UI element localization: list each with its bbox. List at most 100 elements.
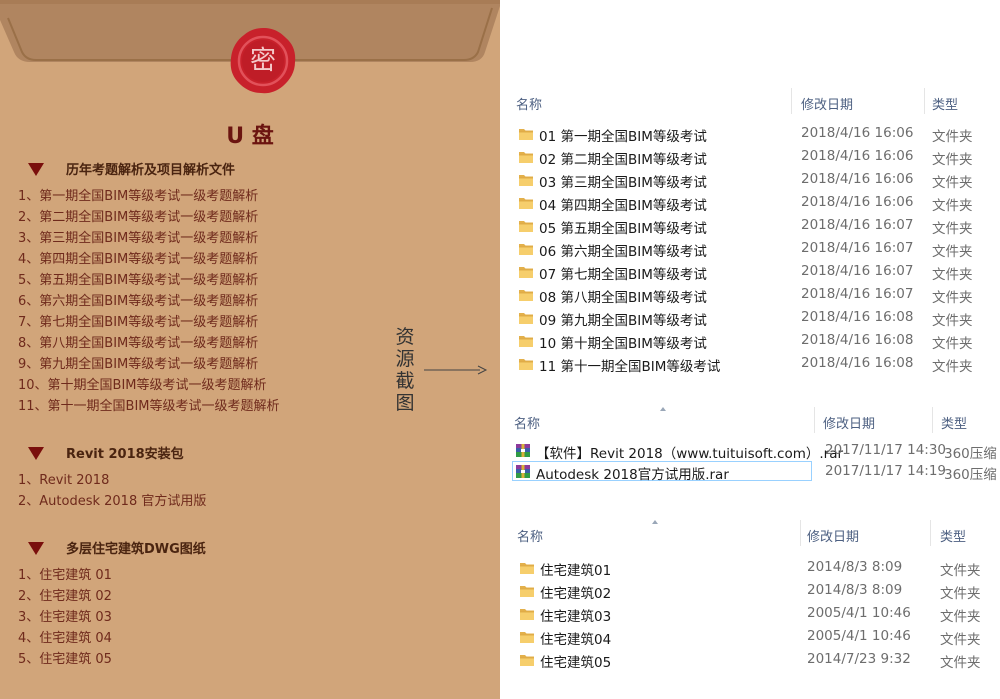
- folder-icon: [518, 218, 534, 232]
- file-name: 住宅建筑04: [540, 632, 612, 648]
- modified-date: 2018/4/16 16:07: [801, 286, 914, 302]
- modified-date: 2018/4/16 16:06: [801, 194, 914, 210]
- column-header-type[interactable]: 类型: [940, 526, 966, 545]
- column-header-row: 名称 修改日期 类型: [500, 407, 1000, 433]
- column-divider[interactable]: [932, 407, 933, 433]
- column-header-name[interactable]: 名称: [517, 526, 543, 545]
- file-row[interactable]: 07 第七期全国BIM等级考试 2018/4/16 16:07 文件夹: [500, 260, 1000, 283]
- modified-date: 2018/4/16 16:08: [801, 355, 914, 371]
- file-row[interactable]: 03 第三期全国BIM等级考试 2018/4/16 16:06 文件夹: [500, 168, 1000, 191]
- file-type: 文件夹: [940, 655, 981, 671]
- section-heading-dwg: 多层住宅建筑DWG图纸: [28, 541, 206, 559]
- folder-icon: [518, 195, 534, 209]
- file-row[interactable]: 05 第五期全国BIM等级考试 2018/4/16 16:07 文件夹: [500, 214, 1000, 237]
- label-char: 资: [395, 326, 415, 348]
- file-name: 09 第九期全国BIM等级考试: [539, 313, 707, 329]
- folder-icon: [518, 172, 534, 186]
- modified-date: 2018/4/16 16:07: [801, 240, 914, 256]
- section-heading-revit: Revit 2018安装包: [28, 446, 184, 464]
- column-divider[interactable]: [814, 407, 815, 433]
- file-name: 住宅建筑03: [540, 609, 612, 625]
- triangle-down-icon: [28, 447, 44, 460]
- file-name: 住宅建筑01: [540, 563, 612, 579]
- list-item: 8、第八期全国BIM等级考试一级考题解析: [18, 336, 259, 351]
- file-row[interactable]: Autodesk 2018官方试用版.rar 2017/11/17 14:19 36…: [500, 460, 1000, 483]
- usb-contents-panel: 密 U 盘 历年考题解析及项目解析文件 1、第一期全国BIM等级考试一级考题解析…: [0, 0, 500, 699]
- list-item: 2、住宅建筑 02: [18, 589, 112, 604]
- file-row[interactable]: 【软件】Revit 2018（www.tuituisoft.com）.rar 20…: [500, 439, 1000, 462]
- seal-char: 密: [249, 46, 276, 76]
- column-header-date[interactable]: 修改日期: [801, 94, 853, 113]
- list-item: 11、第十一期全国BIM等级考试一级考题解析: [18, 399, 280, 414]
- file-row[interactable]: 住宅建筑02 2014/8/3 8:09 文件夹: [500, 579, 1000, 602]
- file-row[interactable]: 09 第九期全国BIM等级考试 2018/4/16 16:08 文件夹: [500, 306, 1000, 329]
- file-row[interactable]: 08 第八期全国BIM等级考试 2018/4/16 16:07 文件夹: [500, 283, 1000, 306]
- file-row[interactable]: 02 第二期全国BIM等级考试 2018/4/16 16:06 文件夹: [500, 145, 1000, 168]
- file-type: 文件夹: [932, 152, 973, 168]
- file-name: 06 第六期全国BIM等级考试: [539, 244, 707, 260]
- usb-title: U 盘: [226, 124, 274, 149]
- file-row[interactable]: 住宅建筑04 2005/4/1 10:46 文件夹: [500, 625, 1000, 648]
- column-header-type[interactable]: 类型: [932, 94, 958, 113]
- file-name: 住宅建筑02: [540, 586, 612, 602]
- file-type: 360压缩 R: [944, 467, 1000, 483]
- column-header-type[interactable]: 类型: [941, 413, 967, 432]
- file-row[interactable]: 06 第六期全国BIM等级考试 2018/4/16 16:07 文件夹: [500, 237, 1000, 260]
- column-header-date[interactable]: 修改日期: [807, 526, 859, 545]
- folder-icon: [519, 652, 535, 666]
- column-header-date[interactable]: 修改日期: [823, 413, 875, 432]
- folder-icon: [519, 629, 535, 643]
- revit-list: 1、Revit 2018 2、Autodesk 2018 官方试用版: [18, 470, 206, 512]
- file-type: 文件夹: [932, 175, 973, 191]
- triangle-down-icon: [28, 163, 44, 176]
- resource-screenshot-label: 资 源 截 图: [394, 326, 416, 414]
- label-char: 截: [395, 370, 415, 392]
- file-row[interactable]: 住宅建筑03 2005/4/1 10:46 文件夹: [500, 602, 1000, 625]
- folder-icon: [518, 241, 534, 255]
- list-item: 7、第七期全国BIM等级考试一级考题解析: [18, 315, 259, 330]
- file-row[interactable]: 04 第四期全国BIM等级考试 2018/4/16 16:06 文件夹: [500, 191, 1000, 214]
- file-type: 文件夹: [932, 129, 973, 145]
- modified-date: 2018/4/16 16:07: [801, 263, 914, 279]
- folder-icon: [518, 149, 534, 163]
- column-header-name[interactable]: 名称: [516, 94, 542, 113]
- folder-icon: [518, 264, 534, 278]
- list-item: 10、第十期全国BIM等级考试一级考题解析: [18, 378, 267, 393]
- file-type: 文件夹: [932, 359, 973, 375]
- column-header-row: 名称 修改日期 类型: [500, 520, 1000, 546]
- file-type: 文件夹: [932, 221, 973, 237]
- label-char: 源: [395, 348, 415, 370]
- file-name: 02 第二期全国BIM等级考试: [539, 152, 707, 168]
- file-name: 07 第七期全国BIM等级考试: [539, 267, 707, 283]
- modified-date: 2018/4/16 16:06: [801, 125, 914, 141]
- list-item: 5、第五期全国BIM等级考试一级考题解析: [18, 273, 259, 288]
- column-divider[interactable]: [800, 520, 801, 546]
- file-name: 08 第八期全国BIM等级考试: [539, 290, 707, 306]
- column-divider[interactable]: [930, 520, 931, 546]
- file-row[interactable]: 住宅建筑01 2014/8/3 8:09 文件夹: [500, 556, 1000, 579]
- list-item: 4、第四期全国BIM等级考试一级考题解析: [18, 252, 259, 267]
- folder-icon: [519, 606, 535, 620]
- file-row[interactable]: 01 第一期全国BIM等级考试 2018/4/16 16:06 文件夹: [500, 122, 1000, 145]
- column-divider[interactable]: [924, 88, 925, 114]
- arrow-right-icon: [424, 365, 488, 375]
- modified-date: 2018/4/16 16:07: [801, 217, 914, 233]
- modified-date: 2014/8/3 8:09: [807, 559, 903, 575]
- file-name: Autodesk 2018官方试用版.rar: [536, 467, 729, 483]
- folder-icon: [519, 583, 535, 597]
- list-item: 1、第一期全国BIM等级考试一级考题解析: [18, 189, 259, 204]
- column-divider[interactable]: [791, 88, 792, 114]
- dwg-list: 1、住宅建筑 01 2、住宅建筑 02 3、住宅建筑 03 4、住宅建筑 04 …: [18, 565, 112, 670]
- section-heading-exam-files: 历年考题解析及项目解析文件: [28, 162, 235, 180]
- modified-date: 2018/4/16 16:08: [801, 332, 914, 348]
- modified-date: 2018/4/16 16:06: [801, 171, 914, 187]
- modified-date: 2017/11/17 14:30: [825, 442, 947, 458]
- file-name: 【软件】Revit 2018（www.tuituisoft.com）.rar: [536, 446, 844, 462]
- file-name: 10 第十期全国BIM等级考试: [539, 336, 707, 352]
- folder-icon: [519, 560, 535, 574]
- column-header-name[interactable]: 名称: [514, 413, 540, 432]
- file-row[interactable]: 住宅建筑05 2014/7/23 9:32 文件夹: [500, 648, 1000, 671]
- modified-date: 2014/7/23 9:32: [807, 651, 911, 667]
- file-row[interactable]: 11 第十一期全国BIM等级考试 2018/4/16 16:08 文件夹: [500, 352, 1000, 375]
- file-row[interactable]: 10 第十期全国BIM等级考试 2018/4/16 16:08 文件夹: [500, 329, 1000, 352]
